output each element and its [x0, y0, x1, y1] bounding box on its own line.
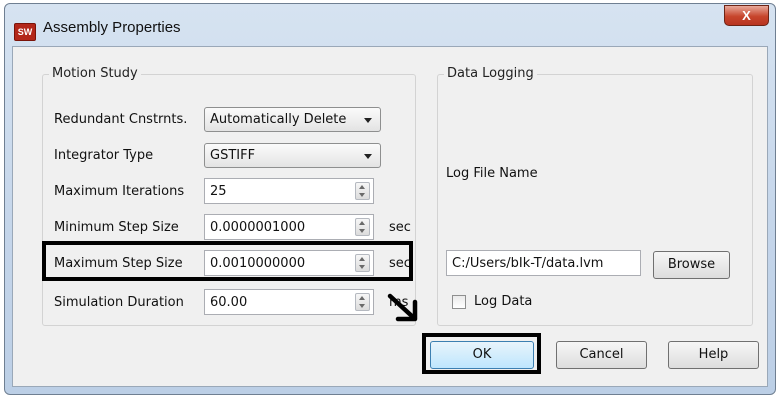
data-logging-group: Data Logging: [437, 66, 753, 326]
dialog-body: Motion Study Data Logging Redundant Cnst…: [12, 46, 768, 387]
min-step-size-value: 0.0000001000: [210, 220, 306, 235]
close-button[interactable]: X: [724, 5, 769, 26]
sim-duration-value: 60.00: [210, 295, 248, 310]
chevron-down-icon: [364, 118, 372, 123]
log-file-name-label: Log File Name: [446, 166, 538, 181]
max-iterations-value: 25: [210, 184, 227, 199]
sim-duration-spinner[interactable]: 60.00: [204, 289, 374, 315]
spinner-buttons[interactable]: [355, 218, 370, 236]
spin-down-icon: [359, 304, 365, 308]
log-data-label[interactable]: Log Data: [474, 294, 532, 309]
spinner-buttons[interactable]: [355, 254, 370, 272]
max-iterations-label: Maximum Iterations: [54, 184, 185, 199]
log-file-path-value: C:/Users/bIk-T/data.lvm: [452, 256, 604, 271]
min-step-size-spinner[interactable]: 0.0000001000: [204, 214, 374, 240]
sim-duration-label: Simulation Duration: [54, 295, 184, 310]
spin-up-icon: [359, 185, 365, 189]
integrator-type-label: Integrator Type: [54, 148, 154, 163]
ok-button[interactable]: OK: [430, 341, 534, 369]
max-step-size-value: 0.0010000000: [210, 256, 306, 271]
spin-down-icon: [359, 193, 365, 197]
title-bar: SW Assembly Properties X: [5, 4, 775, 46]
min-step-size-label: Minimum Step Size: [54, 220, 179, 235]
integrator-type-select[interactable]: GSTIFF: [204, 143, 381, 168]
max-step-size-label: Maximum Step Size: [54, 256, 183, 271]
max-step-unit: sec: [389, 256, 411, 271]
chevron-down-icon: [364, 154, 372, 159]
assembly-properties-dialog: SW Assembly Properties X Motion Study Da…: [4, 3, 776, 395]
spin-up-icon: [359, 257, 365, 261]
spin-down-icon: [359, 265, 365, 269]
arrow-down-right-icon: [387, 293, 418, 322]
log-data-checkbox[interactable]: [452, 295, 466, 309]
motion-study-label: Motion Study: [49, 66, 141, 81]
max-iterations-spinner[interactable]: 25: [204, 178, 374, 204]
data-logging-label: Data Logging: [444, 66, 537, 81]
spin-up-icon: [359, 296, 365, 300]
help-button[interactable]: Help: [668, 341, 759, 369]
log-file-path-input[interactable]: C:/Users/bIk-T/data.lvm: [446, 250, 641, 276]
max-step-size-spinner[interactable]: 0.0010000000: [204, 250, 374, 276]
browse-button[interactable]: Browse: [653, 251, 730, 279]
min-step-unit: sec: [389, 220, 411, 235]
solidworks-app-icon: SW: [14, 23, 36, 41]
spinner-buttons[interactable]: [355, 182, 370, 200]
redundant-constraints-label: Redundant Cnstrnts.: [54, 112, 188, 127]
spinner-buttons[interactable]: [355, 293, 370, 311]
redundant-constraints-select[interactable]: Automatically Delete: [204, 107, 381, 132]
integrator-type-value: GSTIFF: [210, 148, 256, 163]
spin-down-icon: [359, 229, 365, 233]
redundant-constraints-value: Automatically Delete: [210, 112, 347, 127]
dialog-title: Assembly Properties: [43, 19, 181, 36]
spin-up-icon: [359, 221, 365, 225]
cancel-button[interactable]: Cancel: [556, 341, 647, 369]
